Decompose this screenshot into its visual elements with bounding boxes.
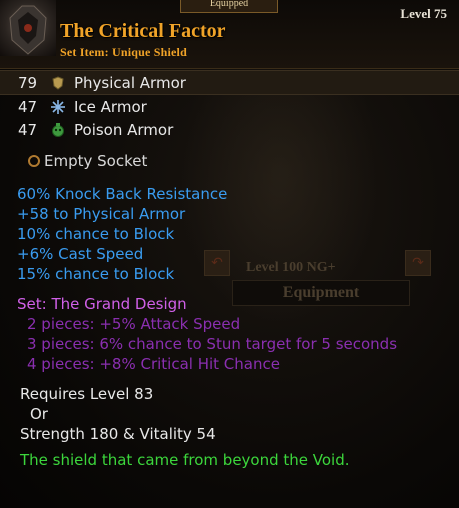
set-bonuses: Set: The Grand Design 2 pieces: +5% Atta…	[17, 294, 397, 374]
item-tooltip: Level 100 NG+ Equipment ↶ ↷ Equipped Lev…	[0, 0, 459, 508]
set-title: Set: The Grand Design	[17, 295, 187, 313]
item-name: The Critical Factor	[60, 20, 226, 42]
equipped-tab[interactable]: Equipped	[180, 0, 278, 13]
stat-label: Physical Armor	[74, 73, 186, 92]
set-bonus-line: 2 pieces: +5% Attack Speed	[27, 315, 241, 333]
shield-portrait-icon	[9, 5, 47, 55]
stat-label: Poison Armor	[74, 120, 174, 139]
item-type: Set Item: Unique Shield	[60, 45, 187, 59]
stat-row: 47 Poison Armor	[0, 118, 459, 141]
requirement-level: Requires Level 83	[20, 385, 154, 403]
requirement-attributes: Strength 180 & Vitality 54	[20, 425, 216, 443]
affix-line: 10% chance to Block	[17, 225, 175, 243]
stat-value: 47	[18, 97, 38, 116]
affix-line: 15% chance to Block	[17, 265, 175, 283]
empty-socket: Empty Socket	[28, 152, 147, 170]
set-bonus-line: 3 pieces: 6% chance to Stun target for 5…	[27, 335, 398, 353]
affix-line: +6% Cast Speed	[17, 245, 144, 263]
affix-line: 60% Knock Back Resistance	[17, 185, 228, 203]
requirement-or: Or	[30, 405, 48, 423]
item-level: Level 75	[400, 6, 447, 21]
background-right-arrow-button[interactable]: ↷	[405, 250, 431, 276]
set-bonus-line: 4 pieces: +8% Critical Hit Chance	[27, 355, 280, 373]
stat-label: Ice Armor	[74, 97, 147, 116]
magic-affixes: 60% Knock Back Resistance +58 to Physica…	[17, 184, 227, 284]
item-portrait	[0, 0, 56, 56]
tooltip-header: Equipped Level 75 The Critical Factor Se…	[0, 0, 459, 69]
stat-row: 47 Ice Armor	[0, 95, 459, 118]
flavor-text: The shield that came from beyond the Voi…	[20, 451, 350, 469]
stat-value: 47	[18, 120, 38, 139]
socket-ring-icon	[28, 155, 40, 167]
ice-armor-icon	[51, 99, 65, 114]
arrow-right-icon: ↷	[412, 255, 424, 271]
socket-label: Empty Socket	[44, 152, 148, 170]
requirements: Requires Level 83 Or Strength 180 & Vita…	[20, 384, 216, 444]
poison-armor-icon	[52, 122, 64, 137]
base-stats: 79 Physical Armor 47 Ice Armor 47 Poison…	[0, 70, 459, 141]
stat-row: 79 Physical Armor	[0, 70, 459, 95]
affix-line: +58 to Physical Armor	[17, 205, 186, 223]
stat-value: 79	[18, 73, 38, 92]
physical-armor-icon	[52, 75, 64, 90]
background-level-text: Level 100 NG+	[246, 260, 336, 275]
